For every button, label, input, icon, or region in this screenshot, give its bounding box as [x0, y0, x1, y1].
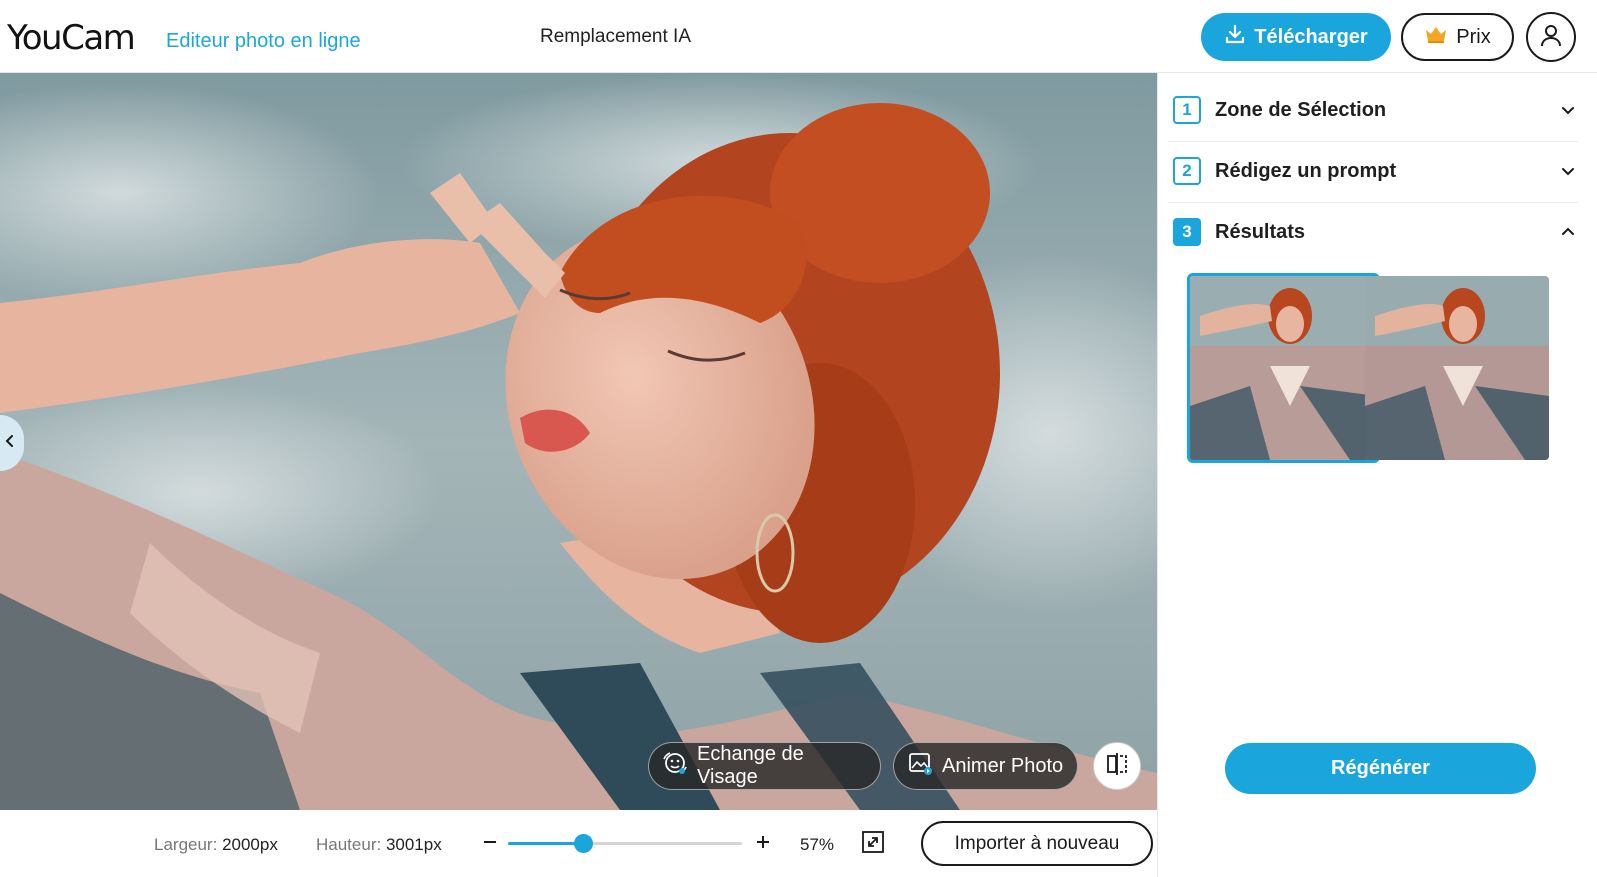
- animate-photo-label: Animer Photo: [942, 754, 1064, 777]
- height-label: Hauteur:: [316, 835, 382, 854]
- face-swap-icon: [661, 749, 689, 783]
- download-icon: [1224, 23, 1246, 51]
- face-swap-button[interactable]: Echange de Visage: [648, 742, 881, 790]
- top-header: YouCam Editeur photo en ligne Remplaceme…: [0, 0, 1597, 73]
- plus-icon: [757, 836, 769, 848]
- width-label: Largeur:: [154, 835, 218, 854]
- result-thumbnail[interactable]: [1365, 276, 1549, 460]
- step-selection-zone[interactable]: 1 Zone de Sélection: [1168, 81, 1578, 139]
- compare-icon: [1104, 751, 1130, 782]
- editor-canvas[interactable]: Echange de Visage Animer Photo: [0, 73, 1157, 810]
- compare-button[interactable]: [1093, 742, 1141, 790]
- chevron-up-icon: [1558, 222, 1578, 242]
- zoom-out-button[interactable]: [478, 827, 502, 857]
- chevron-down-icon: [1558, 100, 1578, 120]
- height-value: 3001px: [385, 835, 442, 854]
- zoom-in-button[interactable]: [751, 827, 775, 857]
- fullscreen-icon: [862, 831, 884, 853]
- pricing-label: Prix: [1456, 25, 1491, 48]
- edited-photo: [0, 73, 1157, 810]
- bottom-toolbar: Largeur: 2000px Hauteur: 3001px 57% Impo…: [0, 810, 1157, 877]
- zoom-slider[interactable]: [508, 834, 742, 853]
- step-number: 3: [1173, 218, 1201, 246]
- logo-subtitle: Editeur photo en ligne: [166, 30, 361, 52]
- image-width: Largeur: 2000px: [154, 834, 278, 856]
- crown-icon: [1424, 24, 1448, 50]
- step-number: 1: [1173, 96, 1201, 124]
- step-label: Zone de Sélection: [1215, 98, 1387, 121]
- youcam-logo[interactable]: YouCam: [7, 16, 136, 60]
- pricing-button[interactable]: Prix: [1401, 13, 1514, 61]
- account-button[interactable]: [1526, 12, 1576, 62]
- user-icon: [1538, 22, 1564, 53]
- fullscreen-button[interactable]: [860, 829, 886, 855]
- regenerate-button[interactable]: Régénérer: [1225, 743, 1536, 794]
- animate-photo-button[interactable]: Animer Photo: [893, 742, 1078, 790]
- result-image: [1190, 276, 1377, 460]
- step-number: 2: [1173, 157, 1201, 185]
- zoom-value: 57%: [800, 835, 835, 854]
- chevron-left-icon: [3, 434, 17, 453]
- feature-title: Remplacement IA: [540, 26, 692, 47]
- step-results[interactable]: 3 Résultats: [1168, 203, 1578, 261]
- chevron-down-icon: [1558, 161, 1578, 181]
- zoom-slider-thumb[interactable]: [573, 834, 593, 853]
- step-prompt[interactable]: 2 Rédigez un prompt: [1168, 142, 1578, 200]
- result-thumbnail-selected[interactable]: [1187, 273, 1380, 463]
- minus-icon: [484, 841, 496, 843]
- right-panel: 1 Zone de Sélection 2 Rédigez un prompt …: [1157, 73, 1597, 877]
- result-image: [1365, 276, 1549, 460]
- step-label: Résultats: [1215, 220, 1306, 243]
- step-label: Rédigez un prompt: [1215, 159, 1397, 182]
- width-value: 2000px: [222, 835, 278, 854]
- zoom-slider-fill: [508, 842, 583, 845]
- face-swap-label: Echange de Visage: [697, 743, 804, 788]
- reimport-button[interactable]: Importer à nouveau: [921, 821, 1153, 866]
- download-button[interactable]: Télécharger: [1201, 13, 1391, 61]
- animate-photo-icon: [906, 749, 934, 783]
- download-label: Télécharger: [1254, 25, 1368, 48]
- image-height: Hauteur: 3001px: [316, 834, 442, 856]
